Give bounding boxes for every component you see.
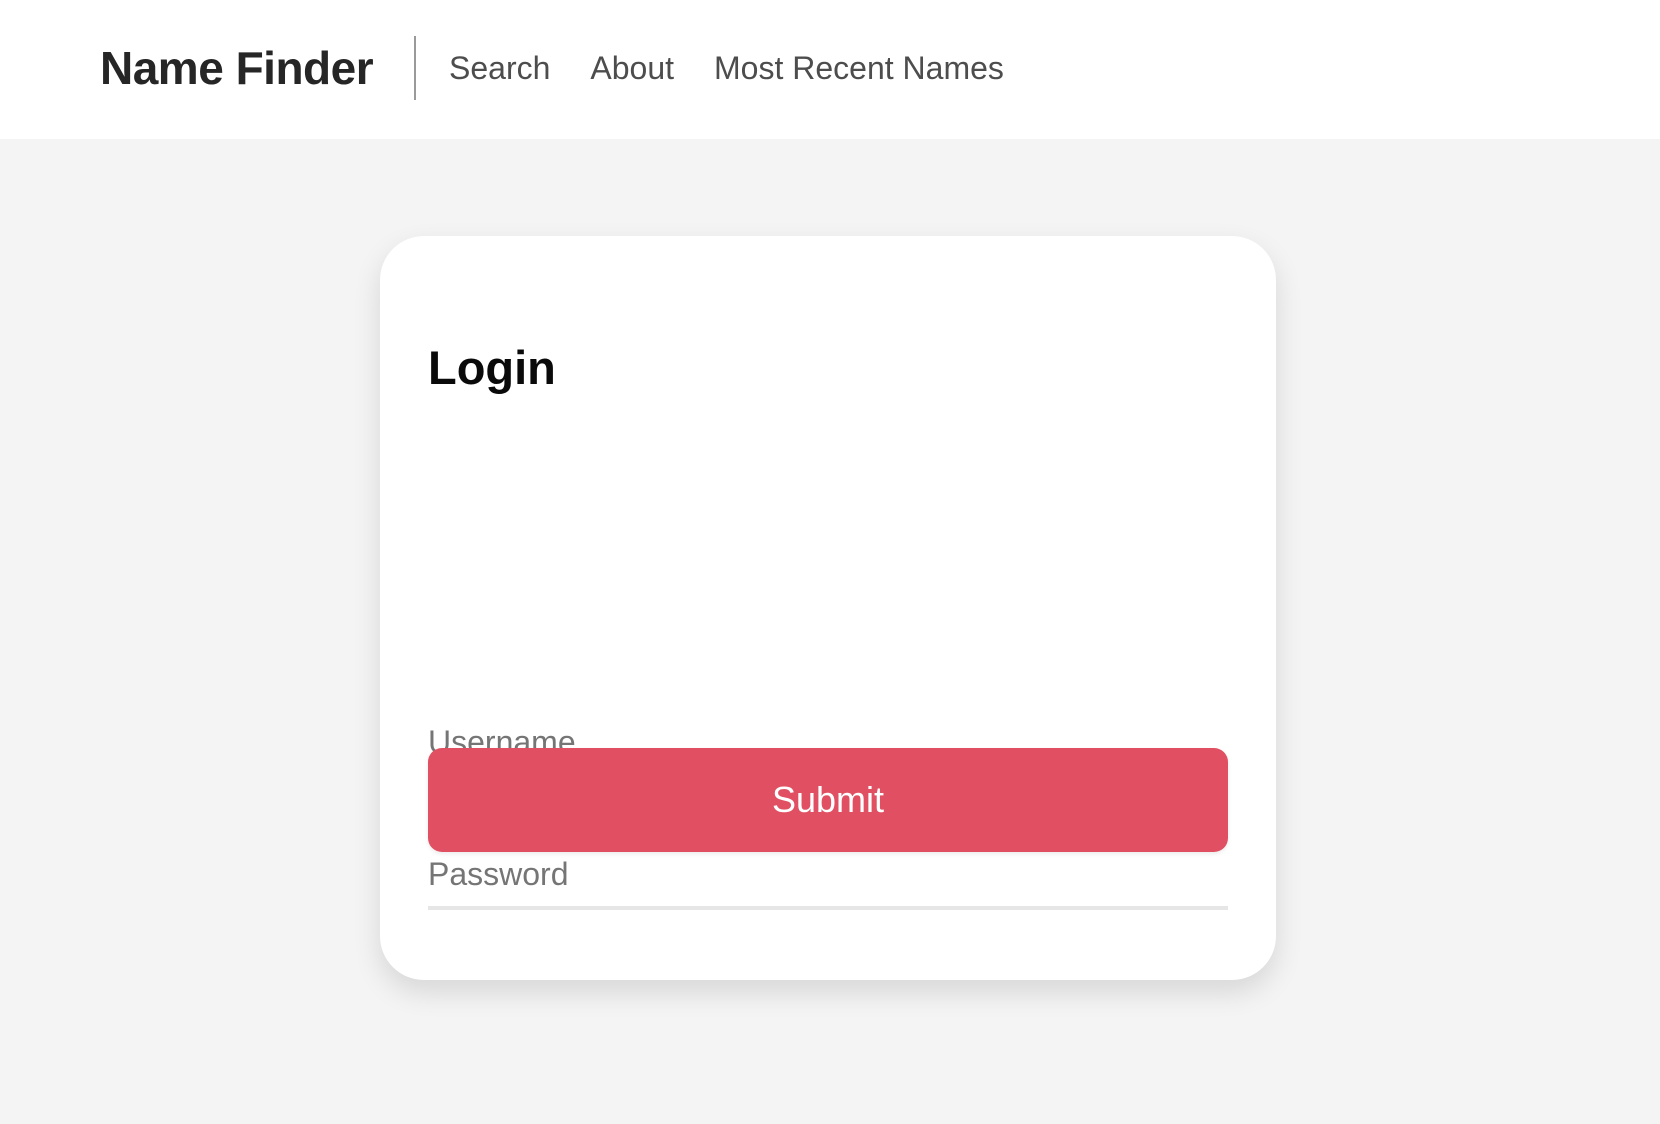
login-title: Login	[428, 341, 556, 394]
password-input[interactable]	[428, 842, 1228, 910]
submit-button[interactable]: Submit	[428, 748, 1228, 852]
nav-link-about[interactable]: About	[590, 48, 674, 88]
login-card: Login Submit	[380, 236, 1276, 980]
main-nav: Search About Most Recent Names	[449, 48, 1004, 88]
brand-logo-text[interactable]: Name Finder	[100, 40, 374, 96]
nav-link-most-recent-names[interactable]: Most Recent Names	[714, 48, 1004, 88]
nav-divider	[414, 36, 416, 100]
top-navigation-bar: Name Finder Search About Most Recent Nam…	[0, 0, 1660, 139]
nav-link-search[interactable]: Search	[449, 48, 550, 88]
